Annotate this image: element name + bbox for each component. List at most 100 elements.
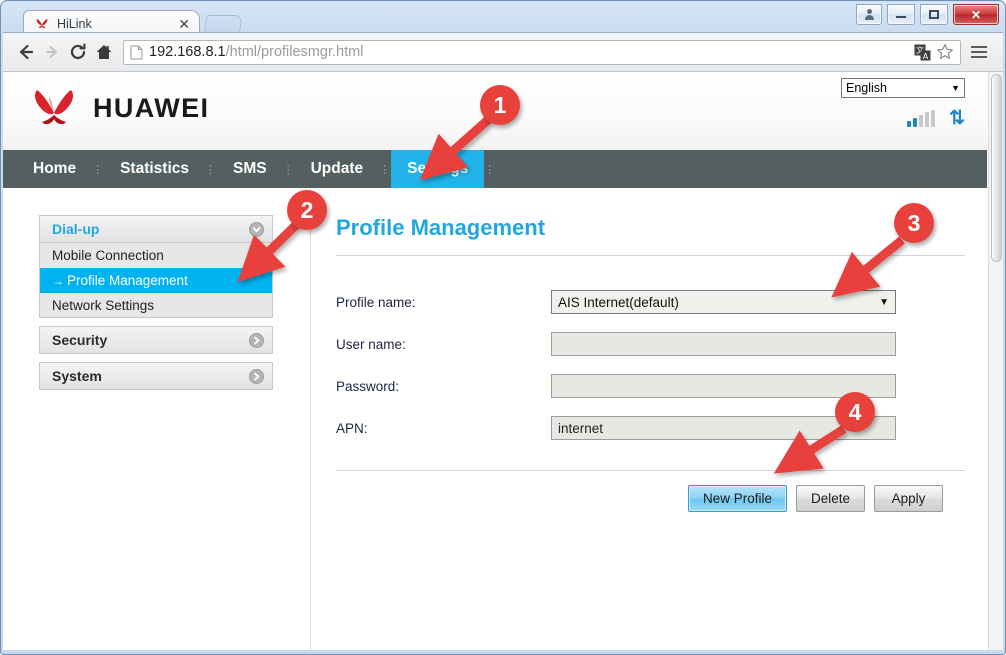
- sidebar-group-label: Dial-up: [52, 221, 100, 237]
- delete-button[interactable]: Delete: [795, 485, 865, 512]
- maximize-icon: [929, 10, 939, 19]
- nav-item-sms[interactable]: SMS: [217, 150, 283, 188]
- browser-menu-button[interactable]: [971, 39, 993, 65]
- sidebar-group-dial-up[interactable]: Dial-up: [39, 215, 273, 243]
- apply-button[interactable]: Apply: [874, 485, 943, 512]
- tab-title: HiLink: [57, 16, 92, 31]
- sidebar: Dial-up Mobile Connection → Profile Mana…: [39, 215, 273, 390]
- hilink-page: HUAWEI English ▼ ⇅ Home ⋮ Statistics ⋮ S…: [3, 72, 987, 650]
- tab-close-icon[interactable]: ✕: [175, 17, 193, 31]
- huawei-favicon-icon: [36, 18, 48, 28]
- page-body: Dial-up Mobile Connection → Profile Mana…: [3, 188, 987, 650]
- browser-viewport: HUAWEI English ▼ ⇅ Home ⋮ Statistics ⋮ S…: [3, 71, 1003, 650]
- apn-label: APN:: [336, 420, 368, 436]
- up-down-arrows-icon: ⇅: [949, 108, 965, 129]
- language-select[interactable]: English ▼: [841, 78, 965, 98]
- forward-arrow-icon: [46, 46, 57, 58]
- sidebar-item-mobile-connection[interactable]: Mobile Connection: [39, 243, 273, 268]
- site-header: HUAWEI English ▼ ⇅: [3, 72, 987, 150]
- forward-button[interactable]: [39, 39, 65, 65]
- column-divider: [310, 188, 311, 650]
- url-path: /html/profilesmgr.html: [225, 44, 364, 60]
- title-divider: [336, 255, 965, 256]
- sidebar-item-label: Network Settings: [52, 297, 155, 313]
- profile-name-select[interactable]: AIS Internet(default) ▼: [551, 290, 896, 314]
- sidebar-group-label: Security: [52, 332, 108, 348]
- reload-icon: [70, 43, 86, 59]
- profile-form: Profile name: AIS Internet(default) ▼ Us…: [336, 290, 965, 440]
- window-controls: ✕: [856, 4, 999, 25]
- profile-name-label: Profile name:: [336, 294, 416, 310]
- chevron-right-icon: [249, 332, 264, 348]
- address-bar-url: 192.168.8.1/html/profilesmgr.html: [149, 44, 363, 60]
- chevron-down-icon: [249, 221, 264, 237]
- form-actions: New Profile Delete Apply: [336, 485, 965, 512]
- sidebar-item-profile-management[interactable]: → Profile Management: [39, 268, 273, 293]
- omnibox-actions: 文 A: [908, 43, 954, 61]
- password-input[interactable]: [551, 374, 896, 398]
- nav-separator: [484, 150, 496, 188]
- chevron-down-icon: ▼: [879, 296, 889, 308]
- nav-separator: [283, 150, 295, 188]
- tab-strip: HiLink ✕: [3, 5, 1005, 36]
- language-value: English: [846, 81, 887, 95]
- user-name-input[interactable]: [551, 332, 896, 356]
- form-row-user-name: User name:: [336, 332, 965, 356]
- page-title: Profile Management: [336, 215, 546, 240]
- brand-logo: HUAWEI: [27, 86, 209, 130]
- user-icon: [864, 9, 874, 20]
- browser-toolbar: 192.168.8.1/html/profilesmgr.html 文 A: [3, 32, 1003, 71]
- reload-button[interactable]: [65, 39, 91, 65]
- nav-separator: [205, 150, 217, 188]
- user-name-label: User name:: [336, 336, 406, 352]
- new-profile-button[interactable]: New Profile: [687, 485, 787, 512]
- url-host: 192.168.8.1: [149, 44, 226, 60]
- minimize-icon: [896, 16, 906, 18]
- main-navigation: Home Statistics SMS Update Settings: [3, 150, 987, 188]
- nav-separator: [92, 150, 104, 188]
- sidebar-group-system[interactable]: System: [39, 362, 273, 390]
- selection-arrow-icon: →: [52, 273, 64, 288]
- browser-window: ✕ HiLink ✕ 192.168.8.1/html/profilesmgr.…: [0, 0, 1006, 655]
- nav-item-update[interactable]: Update: [295, 150, 380, 188]
- apn-input[interactable]: internet: [551, 416, 896, 440]
- signal-bars-icon: [907, 110, 936, 127]
- sidebar-item-network-settings[interactable]: Network Settings: [39, 293, 273, 318]
- form-row-apn: APN: internet: [336, 416, 965, 440]
- buttons-divider: [336, 470, 965, 471]
- maximize-button[interactable]: [920, 4, 948, 25]
- minimize-button[interactable]: [887, 4, 915, 25]
- sidebar-group-label: System: [52, 368, 102, 384]
- brand-name: HUAWEI: [93, 92, 210, 123]
- back-arrow-icon: [19, 44, 34, 60]
- chevron-right-icon: [249, 368, 264, 384]
- profile-name-value: AIS Internet(default): [558, 294, 679, 310]
- nav-separator: [379, 150, 391, 188]
- sidebar-group-security[interactable]: Security: [39, 326, 273, 354]
- svg-text:A: A: [923, 52, 929, 61]
- nav-item-home[interactable]: Home: [17, 150, 92, 188]
- user-account-button[interactable]: [856, 4, 882, 25]
- scrollbar-thumb[interactable]: [991, 74, 1002, 262]
- password-label: Password:: [336, 378, 400, 394]
- home-button[interactable]: [91, 39, 117, 65]
- home-icon: [96, 45, 112, 59]
- address-bar[interactable]: 192.168.8.1/html/profilesmgr.html 文 A: [123, 39, 961, 65]
- nav-item-settings[interactable]: Settings: [391, 150, 485, 188]
- page-document-icon: [130, 45, 143, 59]
- sidebar-item-label: Profile Management: [67, 273, 188, 288]
- huawei-flower-logo-icon: [34, 90, 74, 125]
- form-row-profile-name: Profile name: AIS Internet(default) ▼: [336, 290, 965, 314]
- close-button[interactable]: ✕: [953, 4, 999, 25]
- nav-item-statistics[interactable]: Statistics: [104, 150, 205, 188]
- page-scrollbar[interactable]: [988, 72, 1003, 650]
- star-icon[interactable]: [936, 43, 954, 61]
- close-icon: ✕: [970, 7, 982, 22]
- sidebar-item-label: Mobile Connection: [52, 248, 164, 263]
- chevron-down-icon: ▼: [951, 83, 960, 93]
- translate-icon[interactable]: 文 A: [914, 44, 931, 61]
- back-button[interactable]: [13, 39, 39, 65]
- hamburger-menu-icon: [971, 46, 987, 48]
